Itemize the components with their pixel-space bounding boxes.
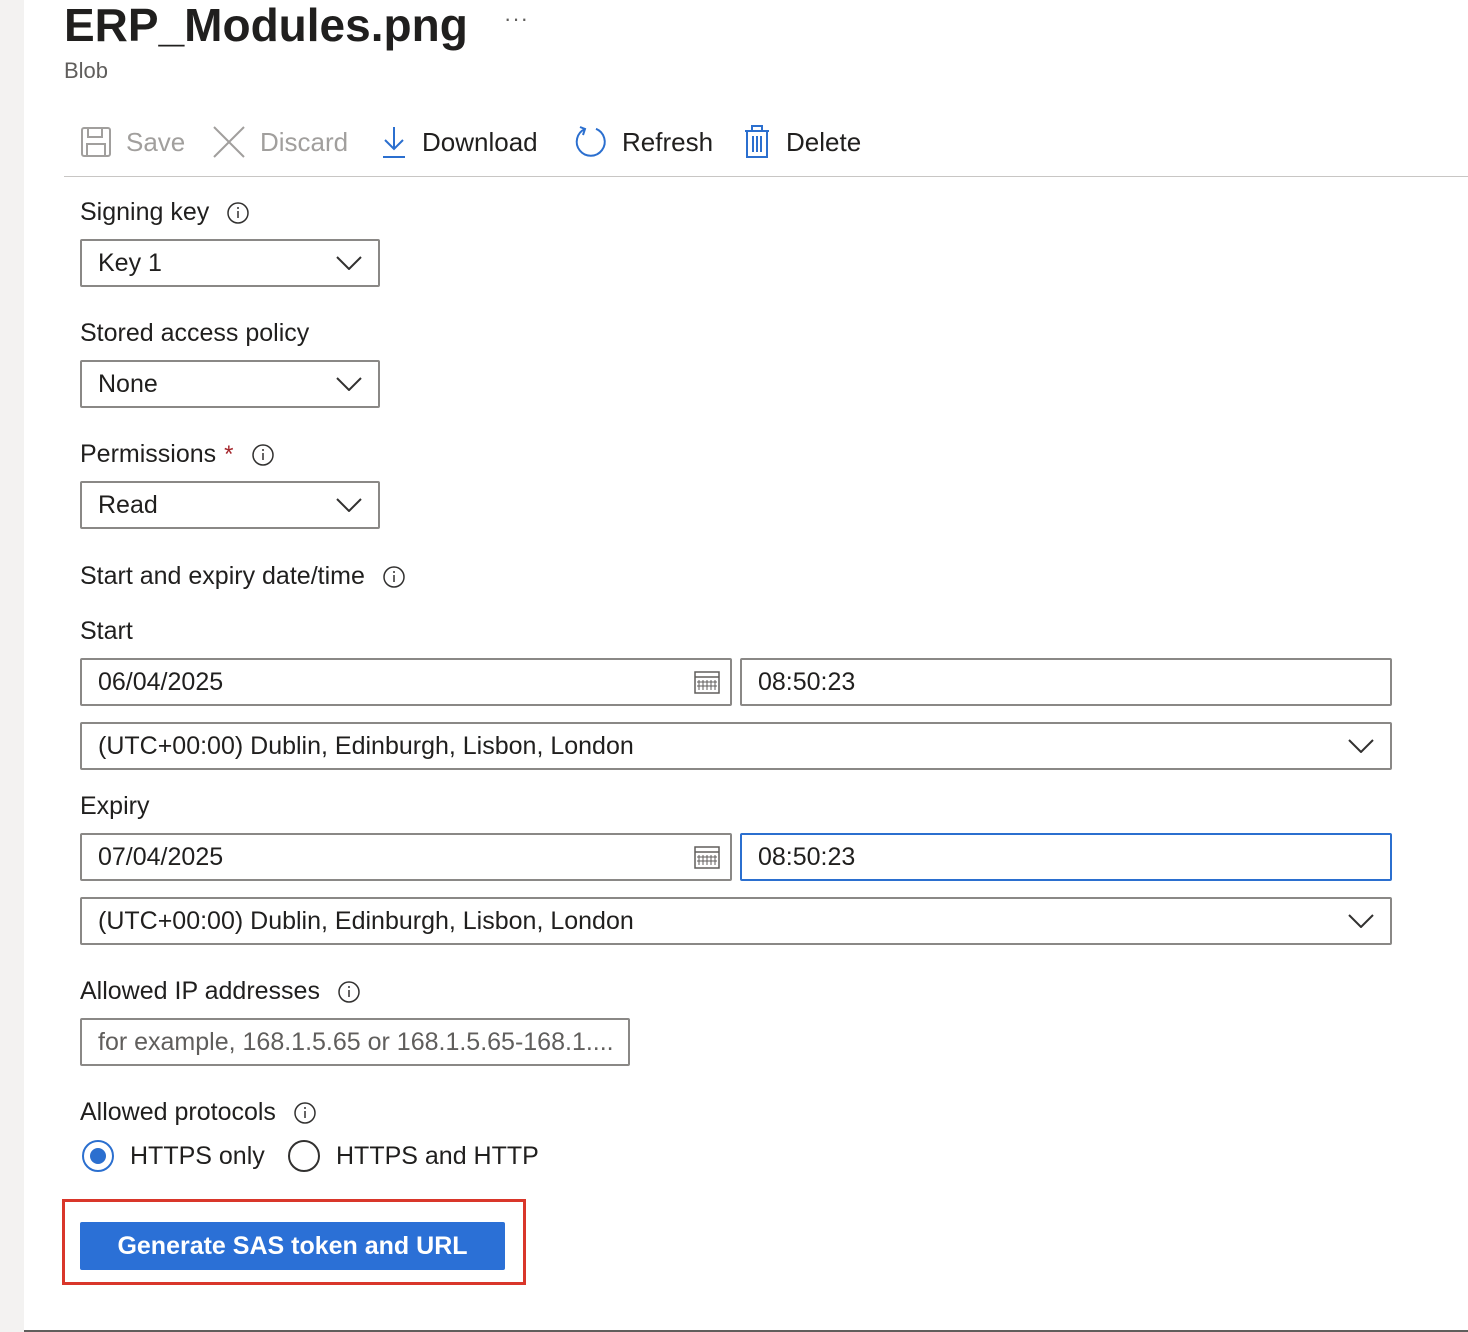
info-icon[interactable] <box>338 980 360 1003</box>
start-date-value: 06/04/2025 <box>98 667 224 696</box>
radio-button[interactable] <box>288 1140 320 1172</box>
chevron-down-icon <box>1348 914 1374 928</box>
download-label: Download <box>422 126 538 157</box>
chevron-down-icon <box>336 256 362 270</box>
discard-label: Discard <box>260 126 349 157</box>
chevron-down-icon <box>336 498 362 512</box>
page-title: ERP_Modules.png <box>64 0 468 51</box>
info-icon[interactable] <box>383 565 405 588</box>
start-label: Start <box>80 617 133 645</box>
expiry-timezone-dropdown[interactable]: (UTC+00:00) Dublin, Edinburgh, Lisbon, L… <box>80 897 1392 945</box>
allowed-ip-label: Allowed IP addresses <box>80 977 360 1006</box>
download-icon <box>383 127 405 158</box>
chevron-down-icon <box>1348 739 1374 753</box>
chevron-down-icon <box>336 377 362 391</box>
start-time-input[interactable]: 08:50:23 <box>740 658 1392 706</box>
trash-icon <box>745 125 769 158</box>
refresh-label: Refresh <box>622 126 714 157</box>
allowed-ip-placeholder: for example, 168.1.5.65 or 168.1.5.65-16… <box>98 1027 614 1056</box>
delete-label: Delete <box>786 126 862 157</box>
refresh-button[interactable]: Refresh <box>574 120 713 164</box>
expiry-label: Expiry <box>80 792 150 820</box>
start-timezone-dropdown[interactable]: (UTC+00:00) Dublin, Edinburgh, Lisbon, L… <box>80 722 1392 770</box>
info-icon[interactable] <box>251 443 274 466</box>
allowed-protocols-label: Allowed protocols <box>80 1098 316 1127</box>
download-button[interactable]: Download <box>380 120 538 164</box>
close-icon <box>213 126 245 158</box>
radio-https-and-http-label: HTTPS and HTTP <box>336 1141 539 1170</box>
calendar-icon[interactable] <box>694 670 720 694</box>
radio-https-only-label: HTTPS only <box>130 1141 265 1170</box>
radio-https-only[interactable]: HTTPS only <box>82 1140 265 1172</box>
expiry-date-input[interactable]: 07/04/2025 <box>80 833 732 881</box>
save-label: Save <box>126 126 186 157</box>
info-icon[interactable] <box>294 1101 316 1124</box>
signing-key-dropdown[interactable]: Key 1 <box>80 239 380 287</box>
toolbar-divider <box>64 176 1468 177</box>
radio-https-and-http[interactable]: HTTPS and HTTP <box>288 1140 539 1172</box>
delete-button[interactable]: Delete <box>742 120 861 164</box>
start-timezone-value: (UTC+00:00) Dublin, Edinburgh, Lisbon, L… <box>98 731 634 760</box>
stored-policy-label: Stored access policy <box>80 319 310 347</box>
expiry-date-value: 07/04/2025 <box>98 842 224 871</box>
datetime-heading: Start and expiry date/time <box>80 562 405 591</box>
generate-sas-button[interactable]: Generate SAS token and URL <box>80 1222 505 1270</box>
more-options-button[interactable]: ··· <box>504 6 529 32</box>
radio-button-selected[interactable] <box>82 1140 114 1172</box>
page-subtitle: Blob <box>64 58 109 83</box>
discard-button[interactable]: Discard <box>212 120 348 164</box>
stored-policy-dropdown[interactable]: None <box>80 360 380 408</box>
signing-key-label: Signing key <box>80 198 249 227</box>
expiry-time-value: 08:50:23 <box>758 842 856 871</box>
save-button[interactable]: Save <box>80 120 185 164</box>
allowed-ip-input[interactable]: for example, 168.1.5.65 or 168.1.5.65-16… <box>80 1018 630 1066</box>
info-icon[interactable] <box>227 201 249 224</box>
blob-panel: ERP_Modules.png ··· Blob Save Discard Do… <box>24 0 1468 1330</box>
start-date-input[interactable]: 06/04/2025 <box>80 658 732 706</box>
expiry-time-input[interactable]: 08:50:23 <box>740 833 1392 881</box>
expiry-timezone-value: (UTC+00:00) Dublin, Edinburgh, Lisbon, L… <box>98 906 634 935</box>
refresh-icon <box>575 126 606 157</box>
permissions-dropdown[interactable]: Read <box>80 481 380 529</box>
permissions-label: Permissions * <box>80 440 274 469</box>
calendar-icon[interactable] <box>694 845 720 869</box>
start-time-value: 08:50:23 <box>758 667 856 696</box>
save-icon <box>81 127 111 157</box>
required-marker: * <box>224 440 234 468</box>
